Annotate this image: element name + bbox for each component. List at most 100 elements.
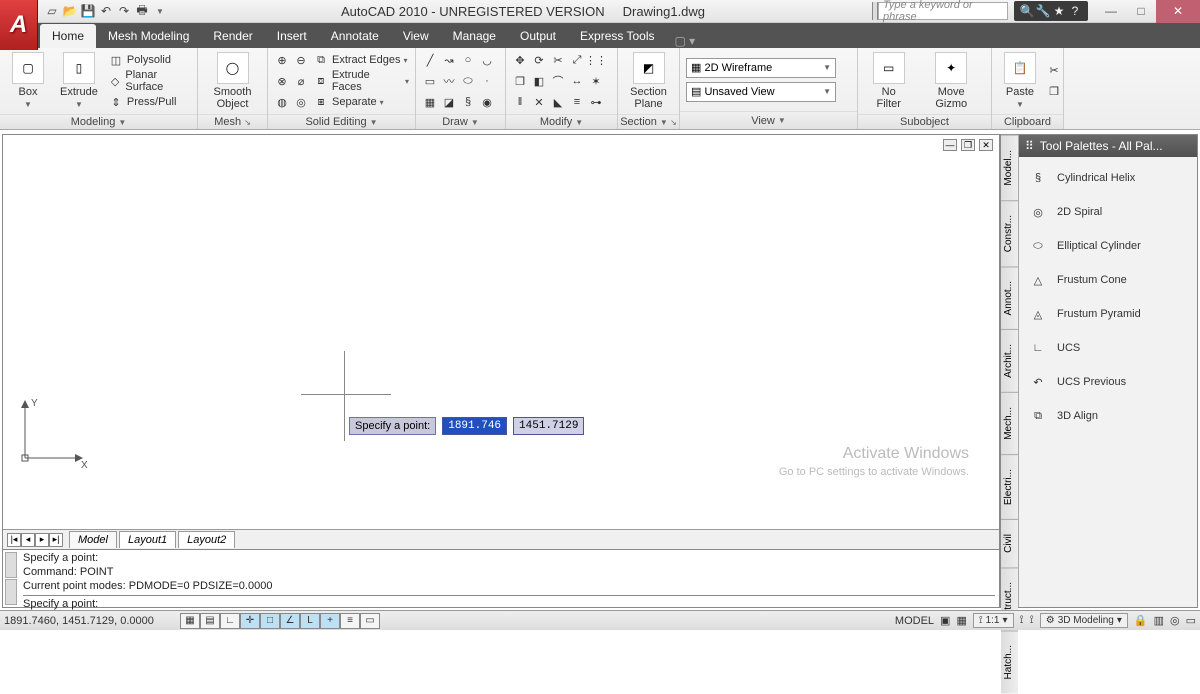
presspull-button[interactable]: ⇕Press/Pull bbox=[108, 92, 191, 112]
panel-label-solid-editing[interactable]: Solid Editing▼ bbox=[268, 114, 415, 129]
tab-output[interactable]: Output bbox=[508, 24, 568, 48]
tab-insert[interactable]: Insert bbox=[265, 24, 319, 48]
otrack-toggle[interactable]: ∠ bbox=[280, 613, 300, 629]
close-button[interactable]: ✕ bbox=[1156, 0, 1200, 23]
panel-label-view[interactable]: View▼ bbox=[680, 111, 857, 129]
undo-icon[interactable]: ↶ bbox=[98, 3, 114, 19]
section-plane-button[interactable]: ◩Section Plane bbox=[624, 50, 673, 112]
helix-icon[interactable]: § bbox=[460, 94, 476, 110]
doc-minimize-button[interactable]: — bbox=[943, 139, 957, 151]
polysolid-button[interactable]: ◫Polysolid bbox=[108, 50, 191, 70]
palette-item-frustum-pyramid[interactable]: ◬Frustum Pyramid bbox=[1023, 297, 1193, 331]
hatch-icon[interactable]: ▦ bbox=[422, 94, 438, 110]
move-icon[interactable]: ✥ bbox=[512, 52, 528, 68]
tab-mesh-modeling[interactable]: Mesh Modeling bbox=[96, 24, 201, 48]
tab-home[interactable]: Home bbox=[40, 24, 96, 48]
hardware-accel-icon[interactable]: ▥ bbox=[1154, 614, 1164, 627]
donut-icon[interactable]: ◉ bbox=[479, 94, 495, 110]
open-icon[interactable]: 📂 bbox=[62, 3, 78, 19]
model-space-button[interactable]: MODEL bbox=[895, 615, 934, 627]
region-icon[interactable]: ◪ bbox=[441, 94, 457, 110]
tab-model[interactable]: Model bbox=[69, 531, 117, 548]
dynamic-x-input[interactable]: 1891.746 bbox=[442, 417, 507, 435]
dyn-toggle[interactable]: + bbox=[320, 613, 340, 629]
cut-icon[interactable]: ✂ bbox=[1046, 63, 1062, 79]
annotation-autoscale-icon[interactable]: ⟟ bbox=[1030, 614, 1034, 627]
point-icon[interactable]: · bbox=[479, 73, 495, 89]
comm-center-icon[interactable]: 🔧 bbox=[1036, 4, 1050, 18]
lwt-toggle[interactable]: ≡ bbox=[340, 613, 360, 629]
erase-icon[interactable]: ✕ bbox=[531, 94, 547, 110]
new-icon[interactable]: ▱ bbox=[44, 3, 60, 19]
dynamic-y-input[interactable]: 1451.7129 bbox=[513, 417, 584, 435]
lock-ui-icon[interactable]: 🔒 bbox=[1134, 614, 1148, 627]
fillet-icon[interactable]: ⌒ bbox=[550, 73, 566, 89]
palette-item-ucs-previous[interactable]: ↶UCS Previous bbox=[1023, 365, 1193, 399]
align-icon[interactable]: ≡ bbox=[569, 94, 585, 110]
spline-icon[interactable]: 〰 bbox=[441, 73, 457, 89]
palette-tab-electrical[interactable]: Electri... bbox=[1001, 454, 1018, 519]
smooth-object-button[interactable]: ◯Smooth Object bbox=[204, 50, 261, 112]
palette-tab-mechanical[interactable]: Mech... bbox=[1001, 392, 1018, 454]
help-search-input[interactable]: Type a keyword or phrase bbox=[878, 2, 1008, 20]
snap-toggle[interactable]: ▦ bbox=[180, 613, 200, 629]
qp-toggle[interactable]: ▭ bbox=[360, 613, 380, 629]
favorites-icon[interactable]: ★ bbox=[1052, 4, 1066, 18]
tab-layout1[interactable]: Layout1 bbox=[119, 531, 176, 548]
tab-express-tools[interactable]: Express Tools bbox=[568, 24, 666, 48]
extract-edges-button[interactable]: ⧉Extract Edges ▾ bbox=[313, 50, 409, 70]
annotation-scale[interactable]: ⟟ 1:1 ▾ bbox=[973, 613, 1014, 628]
intersect-icon[interactable]: ⊗ bbox=[274, 73, 290, 89]
line-icon[interactable]: ╱ bbox=[422, 52, 438, 68]
ribbon-options-icon[interactable]: ▢ ▾ bbox=[675, 34, 696, 48]
join-icon[interactable]: ⊶ bbox=[588, 94, 604, 110]
palette-item-2d-spiral[interactable]: ◎2D Spiral bbox=[1023, 195, 1193, 229]
clean-screen-icon[interactable]: ▭ bbox=[1186, 614, 1196, 627]
scale-icon[interactable]: ⤢ bbox=[569, 52, 585, 68]
offset-icon[interactable]: ‖ bbox=[512, 94, 528, 110]
tab-layout2[interactable]: Layout2 bbox=[178, 531, 235, 548]
union-icon[interactable]: ⊕ bbox=[274, 52, 290, 68]
saved-view-combo[interactable]: ▤ Unsaved View▼ bbox=[686, 82, 836, 102]
rect-icon[interactable]: ▭ bbox=[422, 73, 438, 89]
layout-first-button[interactable]: |◂ bbox=[7, 533, 21, 547]
annotation-visibility-icon[interactable]: ⟟ bbox=[1020, 614, 1024, 627]
chamfer-icon[interactable]: ◣ bbox=[550, 94, 566, 110]
save-icon[interactable]: 💾 bbox=[80, 3, 96, 19]
panel-label-modeling[interactable]: Modeling▼ bbox=[0, 114, 197, 129]
thicken-icon[interactable]: ◍ bbox=[274, 94, 290, 110]
explode-icon[interactable]: ✶ bbox=[588, 73, 604, 89]
tab-render[interactable]: Render bbox=[201, 24, 264, 48]
doc-restore-button[interactable]: ❐ bbox=[961, 139, 975, 151]
palette-item-frustum-cone[interactable]: △Frustum Cone bbox=[1023, 263, 1193, 297]
planar-surface-button[interactable]: ◇Planar Surface bbox=[108, 71, 191, 91]
copy-icon[interactable]: ❐ bbox=[512, 73, 528, 89]
layout-prev-button[interactable]: ◂ bbox=[21, 533, 35, 547]
subtract-icon[interactable]: ⊖ bbox=[293, 52, 309, 68]
cmdline-handle-icon[interactable] bbox=[5, 552, 17, 605]
osnap-toggle[interactable]: □ bbox=[260, 613, 280, 629]
drawing-canvas[interactable]: — ❐ ✕ Specify a point: 1891.746 1451.712… bbox=[3, 135, 999, 529]
panel-label-mesh[interactable]: Mesh ↘ bbox=[198, 114, 267, 129]
box-button[interactable]: ▢Box▼ bbox=[6, 50, 50, 112]
copy-clip-icon[interactable]: ❐ bbox=[1046, 84, 1062, 100]
layout-next-button[interactable]: ▸ bbox=[35, 533, 49, 547]
palette-tab-annotation[interactable]: Annot... bbox=[1001, 266, 1018, 329]
stretch-icon[interactable]: ↔ bbox=[569, 73, 585, 89]
layout-last-button[interactable]: ▸| bbox=[49, 533, 63, 547]
palette-tab-architectural[interactable]: Archit... bbox=[1001, 329, 1018, 392]
help-icon[interactable]: ? bbox=[1068, 4, 1082, 18]
ellipse-icon[interactable]: ⬭ bbox=[460, 73, 476, 89]
extrude-button[interactable]: ▯Extrude▼ bbox=[54, 50, 104, 112]
circle-icon[interactable]: ○ bbox=[460, 52, 476, 68]
trim-icon[interactable]: ✂ bbox=[550, 52, 566, 68]
quick-view-drawings-icon[interactable]: ▦ bbox=[956, 614, 966, 627]
tab-manage[interactable]: Manage bbox=[441, 24, 508, 48]
panel-label-modify[interactable]: Modify▼ bbox=[506, 114, 617, 129]
rotate-icon[interactable]: ⟳ bbox=[531, 52, 547, 68]
grid-toggle[interactable]: ▤ bbox=[200, 613, 220, 629]
palette-item-ucs[interactable]: ∟UCS bbox=[1023, 331, 1193, 365]
print-icon[interactable]: 🖶 bbox=[134, 3, 150, 19]
palette-title[interactable]: ⠿Tool Palettes - All Pal... bbox=[1019, 135, 1197, 157]
extrude-faces-button[interactable]: ⧈Extrude Faces ▾ bbox=[313, 71, 409, 91]
